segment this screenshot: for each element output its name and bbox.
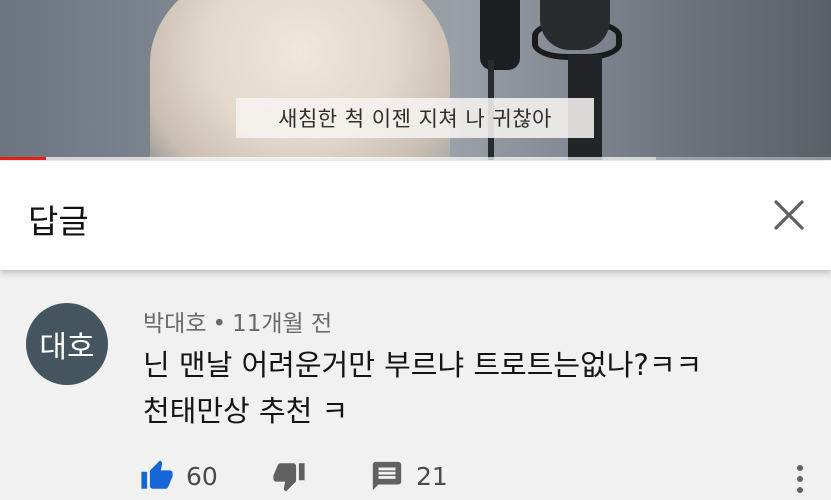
replies-title: 답글 (28, 202, 89, 241)
video-frame-mic-stand (480, 0, 520, 70)
video-buffer-fill (0, 157, 657, 160)
comment-text-line: 천태만상 추천 ㅋ (143, 394, 349, 428)
comment-text-line: 닌 맨날 어려운거만 부르냐 트로트는없나?ㅋㅋ (143, 348, 703, 382)
close-button[interactable] (768, 194, 810, 236)
comment-item: 대호 박대호 • 11개월 전 닌 맨날 어려운거만 부르냐 트로트는없나?ㅋㅋ 천… (0, 270, 831, 500)
video-progress-fill (0, 157, 46, 160)
like-count: 60 (186, 461, 218, 491)
reply-comment-icon (372, 461, 402, 491)
reply-button[interactable]: 21 (370, 456, 448, 496)
comment-actions: 60 21 (140, 456, 820, 496)
video-progress-bar[interactable] (0, 157, 831, 160)
comment-time: 11개월 전 (232, 311, 333, 337)
replies-header: 답글 (0, 161, 831, 270)
thumbs-down-icon (273, 463, 305, 492)
video-caption: 새침한 척 이젠 지쳐 나 귀찮아 (236, 98, 594, 138)
video-frame-microphone (540, 0, 610, 50)
meta-separator: • (212, 311, 227, 337)
comment-meta: 박대호 • 11개월 전 (143, 304, 332, 338)
like-button[interactable]: 60 (140, 456, 218, 496)
more-vert-icon (797, 465, 803, 493)
reply-count: 21 (416, 461, 448, 491)
close-icon (774, 200, 804, 230)
more-button[interactable] (790, 462, 810, 496)
comment-author[interactable]: 박대호 (143, 311, 206, 337)
comment-text: 닌 맨날 어려운거만 부르냐 트로트는없나?ㅋㅋ 천태만상 추천 ㅋ (143, 342, 803, 434)
video-player[interactable]: 새침한 척 이젠 지쳐 나 귀찮아 (0, 0, 831, 160)
dislike-button[interactable] (272, 456, 306, 496)
avatar[interactable]: 대호 (26, 303, 108, 385)
thumbs-up-icon (141, 460, 173, 489)
